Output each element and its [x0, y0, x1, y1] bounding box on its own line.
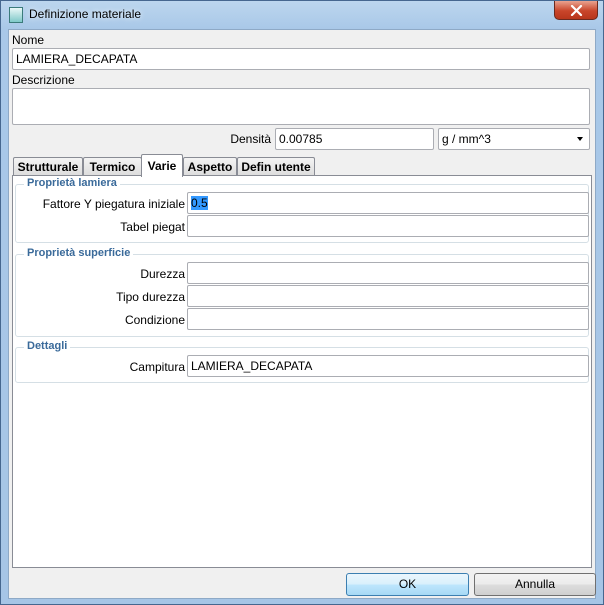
- tabel-piegat-field[interactable]: [187, 215, 589, 237]
- durezza-label: Durezza: [140, 267, 185, 281]
- close-icon: [570, 5, 583, 16]
- group-title-dettagli: Dettagli: [24, 340, 71, 352]
- nome-label: Nome: [12, 33, 45, 47]
- close-button[interactable]: [554, 1, 598, 20]
- descrizione-field[interactable]: [12, 88, 590, 125]
- tab-strutturale[interactable]: Strutturale: [13, 157, 83, 176]
- cancel-button[interactable]: Annulla: [474, 573, 596, 596]
- chevron-down-icon: [577, 137, 583, 141]
- fattore-y-field[interactable]: 0.5: [187, 192, 589, 214]
- tabel-piegat-label: Tabel piegat: [120, 220, 185, 234]
- group-title-superficie: Proprietà superficie: [24, 247, 134, 259]
- densita-unit-value: g / mm^3: [442, 132, 491, 146]
- tab-aspetto[interactable]: Aspetto: [183, 157, 237, 176]
- campitura-label: Campitura: [129, 360, 185, 374]
- nome-field[interactable]: LAMIERA_DECAPATA: [12, 48, 590, 70]
- tipo-durezza-label: Tipo durezza: [116, 290, 185, 304]
- descrizione-label: Descrizione: [12, 73, 75, 87]
- densita-field[interactable]: 0.00785: [275, 128, 434, 150]
- densita-unit-select[interactable]: g / mm^3: [438, 128, 590, 150]
- tipo-durezza-field[interactable]: [187, 285, 589, 307]
- ok-button[interactable]: OK: [346, 573, 469, 596]
- condizione-label: Condizione: [124, 313, 185, 327]
- fattore-y-label: Fattore Y piegatura iniziale: [42, 197, 185, 211]
- campitura-field[interactable]: LAMIERA_DECAPATA: [187, 355, 589, 377]
- durezza-field[interactable]: [187, 262, 589, 284]
- app-icon: [9, 7, 23, 23]
- tab-defin-utente[interactable]: Defin utente: [237, 157, 315, 176]
- group-title-lamiera: Proprietà lamiera: [24, 177, 120, 189]
- tab-varie[interactable]: Varie: [141, 154, 183, 177]
- dialog-window: Definizione materiale Nome LAMIERA_DECAP…: [0, 0, 604, 605]
- fattore-y-value: 0.5: [191, 196, 208, 210]
- tab-panel-varie: Proprietà lamiera Fattore Y piegatura in…: [12, 175, 592, 568]
- tab-termico[interactable]: Termico: [83, 157, 142, 176]
- window-title: Definizione materiale: [29, 7, 142, 21]
- condizione-field[interactable]: [187, 308, 589, 330]
- dialog-body: Nome LAMIERA_DECAPATA Descrizione Densit…: [8, 29, 596, 599]
- densita-label: Densità: [230, 132, 271, 146]
- title-bar[interactable]: Definizione materiale: [1, 1, 603, 29]
